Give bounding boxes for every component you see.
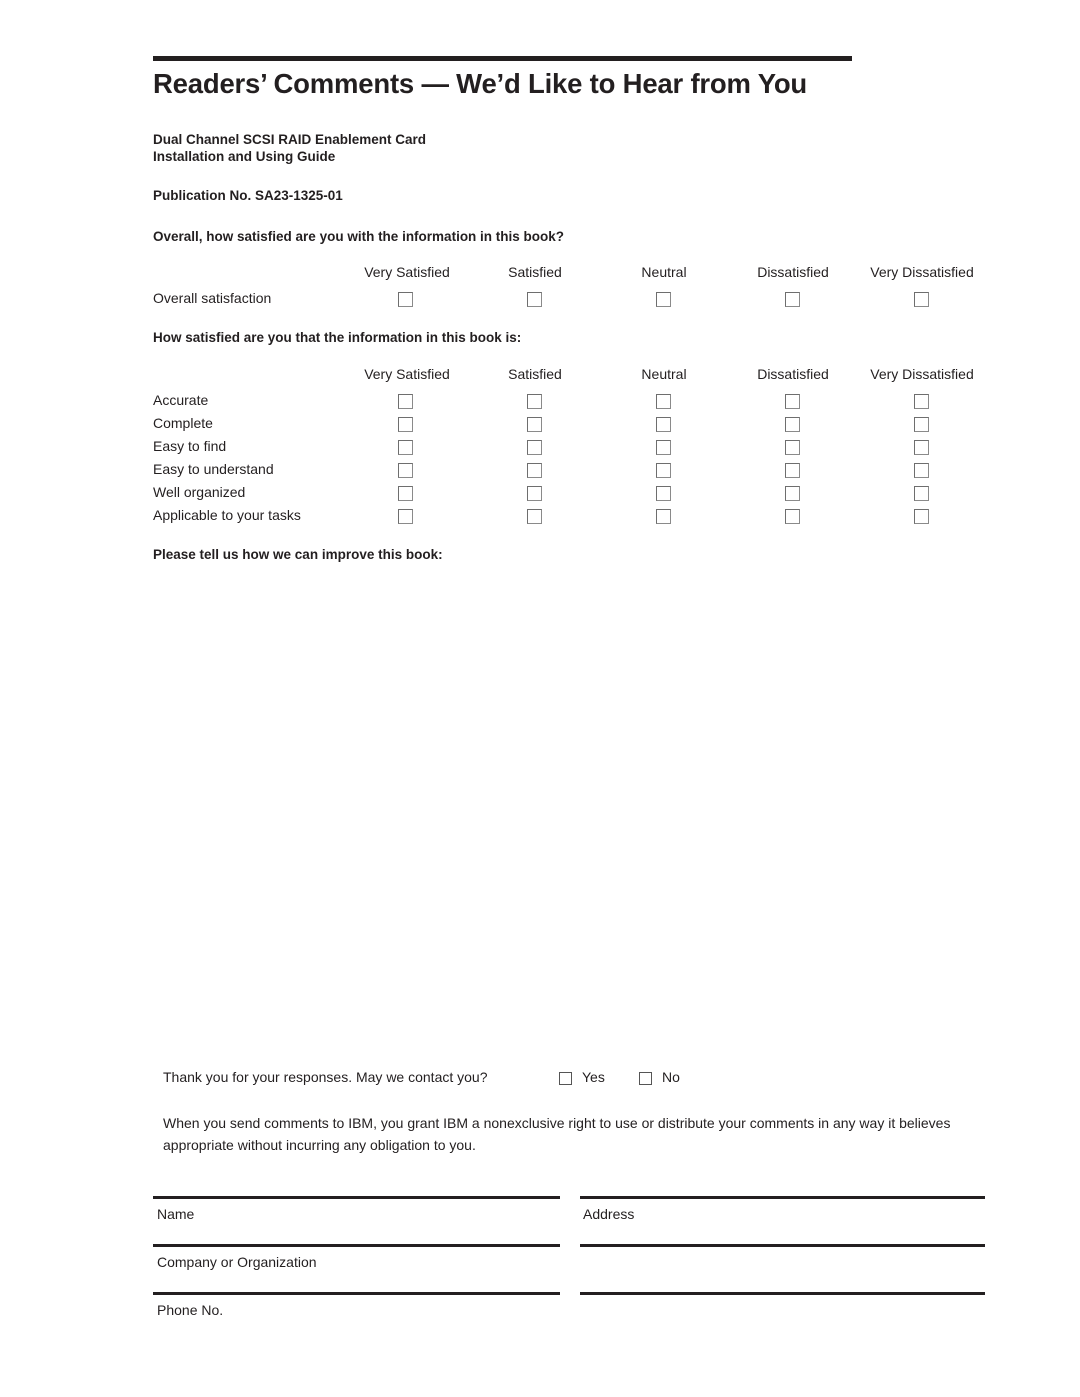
rating-checkbox[interactable]: [785, 440, 800, 455]
rating-checkbox[interactable]: [656, 292, 671, 307]
rating-checkbox[interactable]: [785, 292, 800, 307]
header-rule: [153, 56, 852, 61]
rating-checkbox[interactable]: [785, 394, 800, 409]
address-field-rule-2: [580, 1244, 985, 1247]
rating-checkbox[interactable]: [527, 417, 542, 432]
aspect-row-label: Accurate: [153, 392, 209, 408]
document-title-line-2: Installation and Using Guide: [153, 149, 336, 164]
question-overall-satisfaction: Overall, how satisfied are you with the …: [153, 229, 565, 244]
company-field-rule: [153, 1244, 560, 1247]
rating-checkbox[interactable]: [914, 417, 929, 432]
rating-checkbox[interactable]: [914, 440, 929, 455]
document-title-line-1: Dual Channel SCSI RAID Enablement Card: [153, 132, 427, 147]
rating-checkbox[interactable]: [656, 417, 671, 432]
rating-checkbox[interactable]: [398, 417, 413, 432]
overall-row-label: Overall satisfaction: [153, 290, 272, 306]
rating-checkbox[interactable]: [398, 509, 413, 524]
rating-checkbox[interactable]: [785, 463, 800, 478]
page-title: Readers’ Comments — We’d Like to Hear fr…: [153, 68, 808, 99]
rating-checkbox[interactable]: [398, 440, 413, 455]
rating-checkbox[interactable]: [527, 463, 542, 478]
rating-checkbox[interactable]: [527, 440, 542, 455]
phone-field-label: Phone No.: [157, 1302, 224, 1318]
contact-no-checkbox[interactable]: [639, 1072, 652, 1085]
rating-checkbox[interactable]: [656, 440, 671, 455]
company-field-label: Company or Organization: [157, 1254, 317, 1270]
rating-checkbox[interactable]: [914, 394, 929, 409]
rating-checkbox[interactable]: [398, 463, 413, 478]
rating-checkbox[interactable]: [527, 509, 542, 524]
question-improve-book: Please tell us how we can improve this b…: [153, 547, 443, 562]
question-information-aspects: How satisfied are you that the informati…: [153, 330, 522, 345]
aspect-row-label: Well organized: [153, 484, 246, 500]
rating-checkbox[interactable]: [914, 463, 929, 478]
address-field-label: Address: [583, 1206, 635, 1222]
contact-permission-prompt: Thank you for your responses. May we con…: [163, 1069, 488, 1085]
rating-checkbox[interactable]: [914, 509, 929, 524]
aspect-row-label: Easy to find: [153, 438, 227, 454]
rating-checkbox[interactable]: [398, 292, 413, 307]
rating-checkbox[interactable]: [914, 292, 929, 307]
rating-checkbox[interactable]: [656, 509, 671, 524]
rating-checkbox[interactable]: [656, 486, 671, 501]
contact-no-label: No: [662, 1069, 680, 1085]
contact-yes-label: Yes: [582, 1069, 605, 1085]
aspect-row-label: Easy to understand: [153, 461, 274, 477]
rating-column-header: Very Dissatisfied: [870, 264, 974, 280]
rating-checkbox[interactable]: [527, 486, 542, 501]
rating-checkbox[interactable]: [914, 486, 929, 501]
aspect-row-label: Complete: [153, 415, 213, 431]
rating-checkbox[interactable]: [398, 394, 413, 409]
rating-checkbox[interactable]: [656, 394, 671, 409]
rating-checkbox[interactable]: [785, 417, 800, 432]
publication-number: Publication No. SA23-1325-01: [153, 188, 343, 203]
legal-notice: When you send comments to IBM, you grant…: [163, 1115, 951, 1153]
address-field-rule-1: [580, 1196, 985, 1199]
readers-comments-page: Readers’ Comments — We’d Like to Hear fr…: [0, 0, 1080, 1397]
phone-field-rule: [153, 1292, 560, 1295]
rating-checkbox[interactable]: [527, 394, 542, 409]
name-field-rule: [153, 1196, 560, 1199]
rating-checkbox[interactable]: [398, 486, 413, 501]
rating-checkbox[interactable]: [785, 509, 800, 524]
address-field-rule-3: [580, 1292, 985, 1295]
name-field-label: Name: [157, 1206, 195, 1222]
rating-checkbox[interactable]: [785, 486, 800, 501]
rating-checkbox[interactable]: [656, 463, 671, 478]
aspect-row-label: Applicable to your tasks: [153, 507, 301, 523]
rating-column-header: Very Dissatisfied: [870, 366, 974, 382]
contact-yes-checkbox[interactable]: [559, 1072, 572, 1085]
rating-checkbox[interactable]: [527, 292, 542, 307]
